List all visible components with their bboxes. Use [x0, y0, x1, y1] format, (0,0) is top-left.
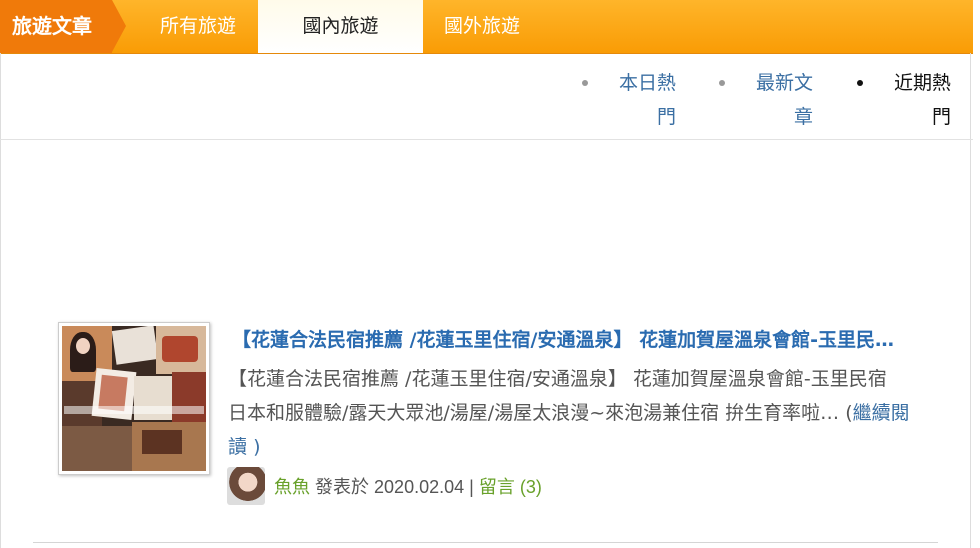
excerpt-text: 【花蓮合法民宿推薦 /花蓮玉里住宿/安通溫泉】 花蓮加賀屋溫泉會館-玉里民宿 日…	[228, 368, 912, 424]
tab-domestic-travel[interactable]: 國內旅遊	[258, 0, 423, 53]
subnav-label: 門	[931, 106, 951, 128]
subnav-today-hot[interactable]: 本日熱 門	[582, 66, 676, 134]
subnav-label: 近期熱	[893, 72, 951, 94]
tab-all-travel[interactable]: 所有旅遊	[146, 0, 250, 53]
post-meta: 魚魚 發表於 2020.02.04 | 留言 (3)	[274, 473, 542, 501]
subnav-label: 章	[793, 106, 813, 128]
brand-arrow-decoration	[112, 0, 126, 52]
comments-link[interactable]: 留言 (3)	[479, 477, 542, 497]
comments-count: (3)	[519, 477, 542, 497]
top-nav-bar: 旅遊文章 所有旅遊 國內旅遊 國外旅遊	[0, 0, 973, 54]
post-excerpt: 【花蓮合法民宿推薦 /花蓮玉里住宿/安通溫泉】 花蓮加賀屋溫泉會館-玉里民宿 日…	[228, 362, 918, 464]
read-more-open-paren: (	[845, 402, 853, 424]
subnav-label: 最新文	[755, 72, 813, 94]
subnav-label: 門	[656, 106, 676, 128]
bullet-icon	[582, 80, 588, 86]
subnav-latest[interactable]: 最新文 章	[719, 66, 813, 134]
meta-separator: |	[469, 477, 474, 497]
post-title-link[interactable]: 【花蓮合法民宿推薦 /花蓮玉里住宿/安通溫泉】 花蓮加賀屋溫泉會館-玉里民宿 日…	[232, 326, 912, 354]
posted-label: 發表於	[315, 477, 370, 497]
comments-label: 留言	[478, 477, 515, 497]
post-thumbnail[interactable]	[58, 322, 210, 475]
subnav-recent-hot[interactable]: 近期熱 門	[857, 66, 951, 134]
read-more-close-paren: )	[253, 436, 261, 458]
author-link[interactable]: 魚魚	[274, 477, 310, 497]
tab-foreign-travel[interactable]: 國外旅遊	[430, 0, 534, 53]
bullet-icon	[719, 80, 725, 86]
subnav-divider	[0, 139, 973, 140]
author-avatar[interactable]	[227, 467, 265, 505]
bullet-icon	[857, 80, 863, 86]
post-divider	[33, 542, 938, 543]
post-date: 2020.02.04	[374, 477, 465, 497]
subnav-label: 本日熱	[618, 72, 676, 94]
thumbnail-collage-image	[62, 326, 206, 471]
section-brand[interactable]: 旅遊文章	[0, 0, 112, 53]
